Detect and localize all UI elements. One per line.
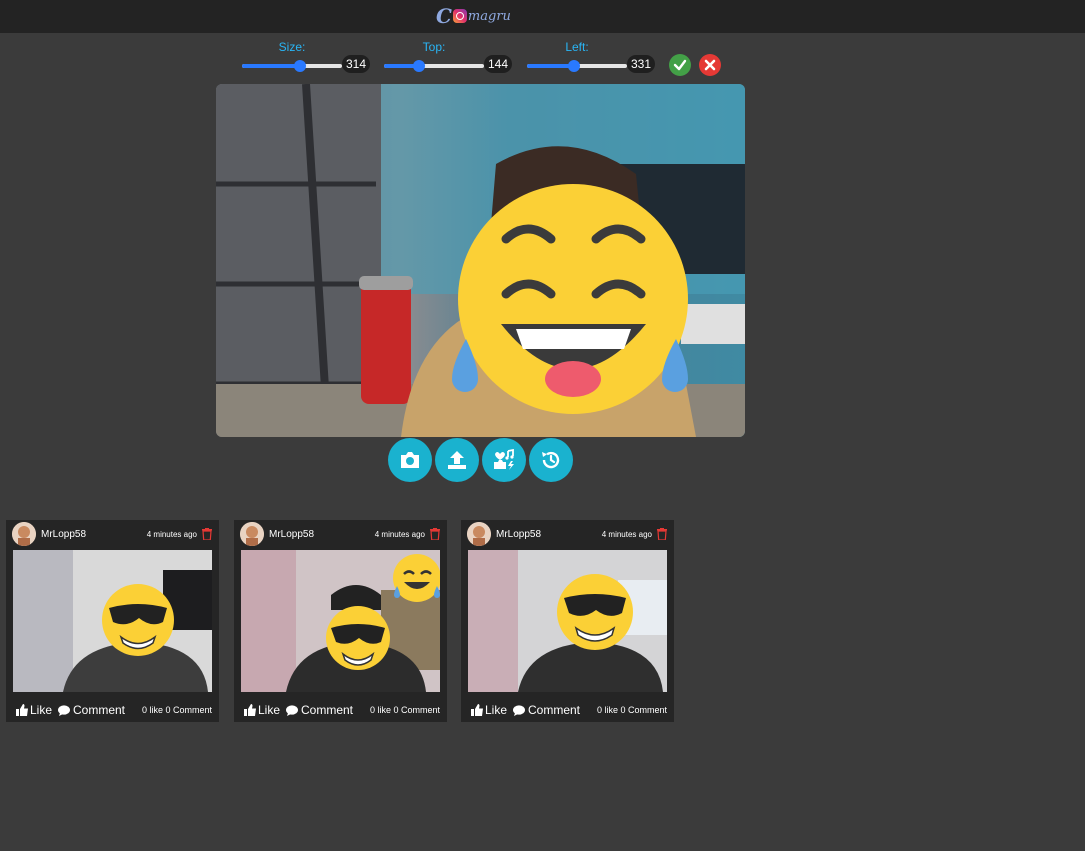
post-username[interactable]: MrLopp58: [496, 529, 541, 540]
like-button[interactable]: Like: [244, 703, 280, 717]
thumbs-up-icon: [244, 704, 256, 716]
top-value: 144: [484, 55, 513, 73]
avatar[interactable]: [12, 522, 36, 546]
avatar-image: [12, 522, 36, 546]
size-slider-fill: [242, 64, 300, 68]
post-stats: 0 like 0 Comment: [141, 705, 212, 715]
comment-button[interactable]: Comment: [513, 703, 580, 717]
left-label: Left:: [565, 40, 589, 54]
camera-preview[interactable]: [216, 84, 745, 437]
avatar[interactable]: [240, 522, 264, 546]
post-footer: Like Comment 0 like 0 Comment: [6, 700, 219, 720]
like-label: Like: [258, 703, 281, 717]
post-photo[interactable]: [468, 550, 667, 692]
post-header: MrLopp58 4 minutes ago: [234, 520, 447, 548]
like-button[interactable]: Like: [16, 703, 52, 717]
size-label: Size:: [278, 40, 306, 54]
trash-icon[interactable]: [657, 528, 667, 540]
top-bar: C magru: [0, 0, 1085, 33]
post-photo[interactable]: [13, 550, 212, 692]
left-slider-group: Left: 331: [527, 40, 657, 76]
sticker-icon: [494, 449, 514, 470]
size-slider-thumb[interactable]: [294, 60, 306, 72]
post-time: 4 minutes ago: [601, 530, 652, 539]
comment-icon: [286, 704, 298, 716]
thumbs-up-icon: [16, 704, 28, 716]
top-slider-group: Top: 144: [384, 40, 514, 76]
post-image: [13, 550, 212, 692]
post-username[interactable]: MrLopp58: [41, 529, 86, 540]
upload-icon: [448, 451, 466, 469]
size-slider[interactable]: [242, 60, 342, 72]
history-button[interactable]: [529, 438, 573, 482]
post-image: [241, 550, 440, 692]
comment-icon: [58, 704, 70, 716]
post-username[interactable]: MrLopp58: [269, 529, 314, 540]
post-stats: 0 like 0 Comment: [369, 705, 440, 715]
avatar-image: [240, 522, 264, 546]
comment-label: Comment: [301, 703, 354, 717]
comment-button[interactable]: Comment: [58, 703, 125, 717]
left-slider-fill: [527, 64, 574, 68]
trash-icon[interactable]: [202, 528, 212, 540]
camera-toolbar: [388, 438, 573, 482]
instagram-icon: [452, 9, 467, 23]
like-label: Like: [485, 703, 508, 717]
post-card: MrLopp58 4 minutes ago Like Comment 0 li…: [234, 520, 447, 722]
post-time: 4 minutes ago: [374, 530, 425, 539]
comment-label: Comment: [73, 703, 126, 717]
comment-label: Comment: [528, 703, 581, 717]
left-slider-thumb[interactable]: [568, 60, 580, 72]
trash-icon[interactable]: [430, 528, 440, 540]
logo-text: magru: [467, 8, 511, 24]
avatar[interactable]: [467, 522, 491, 546]
post-card: MrLopp58 4 minutes ago Like Comment 0 li…: [6, 520, 219, 722]
sticker-button[interactable]: [482, 438, 526, 482]
post-stats: 0 like 0 Comment: [596, 705, 667, 715]
size-slider-group: Size: 314: [242, 40, 372, 76]
comment-icon: [513, 704, 525, 716]
capture-button[interactable]: [388, 438, 432, 482]
top-slider-thumb[interactable]: [413, 60, 425, 72]
post-header: MrLopp58 4 minutes ago: [6, 520, 219, 548]
left-slider[interactable]: [527, 60, 627, 72]
size-value: 314: [342, 55, 371, 73]
confirm-button[interactable]: [669, 54, 691, 76]
upload-button[interactable]: [435, 438, 479, 482]
like-button[interactable]: Like: [471, 703, 507, 717]
comment-button[interactable]: Comment: [286, 703, 353, 717]
app-logo[interactable]: C magru: [436, 4, 511, 28]
post-card: MrLopp58 4 minutes ago Like Comment 0 li…: [461, 520, 674, 722]
post-photo[interactable]: [241, 550, 440, 692]
cancel-button[interactable]: [699, 54, 721, 76]
close-icon: [704, 59, 716, 71]
post-time: 4 minutes ago: [146, 530, 197, 539]
like-label: Like: [30, 703, 53, 717]
left-value: 331: [627, 55, 656, 73]
post-footer: Like Comment 0 like 0 Comment: [461, 700, 674, 720]
top-slider[interactable]: [384, 60, 484, 72]
logo-letter: C: [436, 4, 452, 28]
thumbs-up-icon: [471, 704, 483, 716]
checkmark-icon: [673, 59, 687, 71]
camera-icon: [401, 452, 419, 468]
post-image: [468, 550, 667, 692]
top-label: Top:: [422, 40, 446, 54]
post-header: MrLopp58 4 minutes ago: [461, 520, 674, 548]
history-icon: [542, 451, 560, 469]
avatar-image: [467, 522, 491, 546]
post-footer: Like Comment 0 like 0 Comment: [234, 700, 447, 720]
camera-feed-image: [216, 84, 745, 437]
